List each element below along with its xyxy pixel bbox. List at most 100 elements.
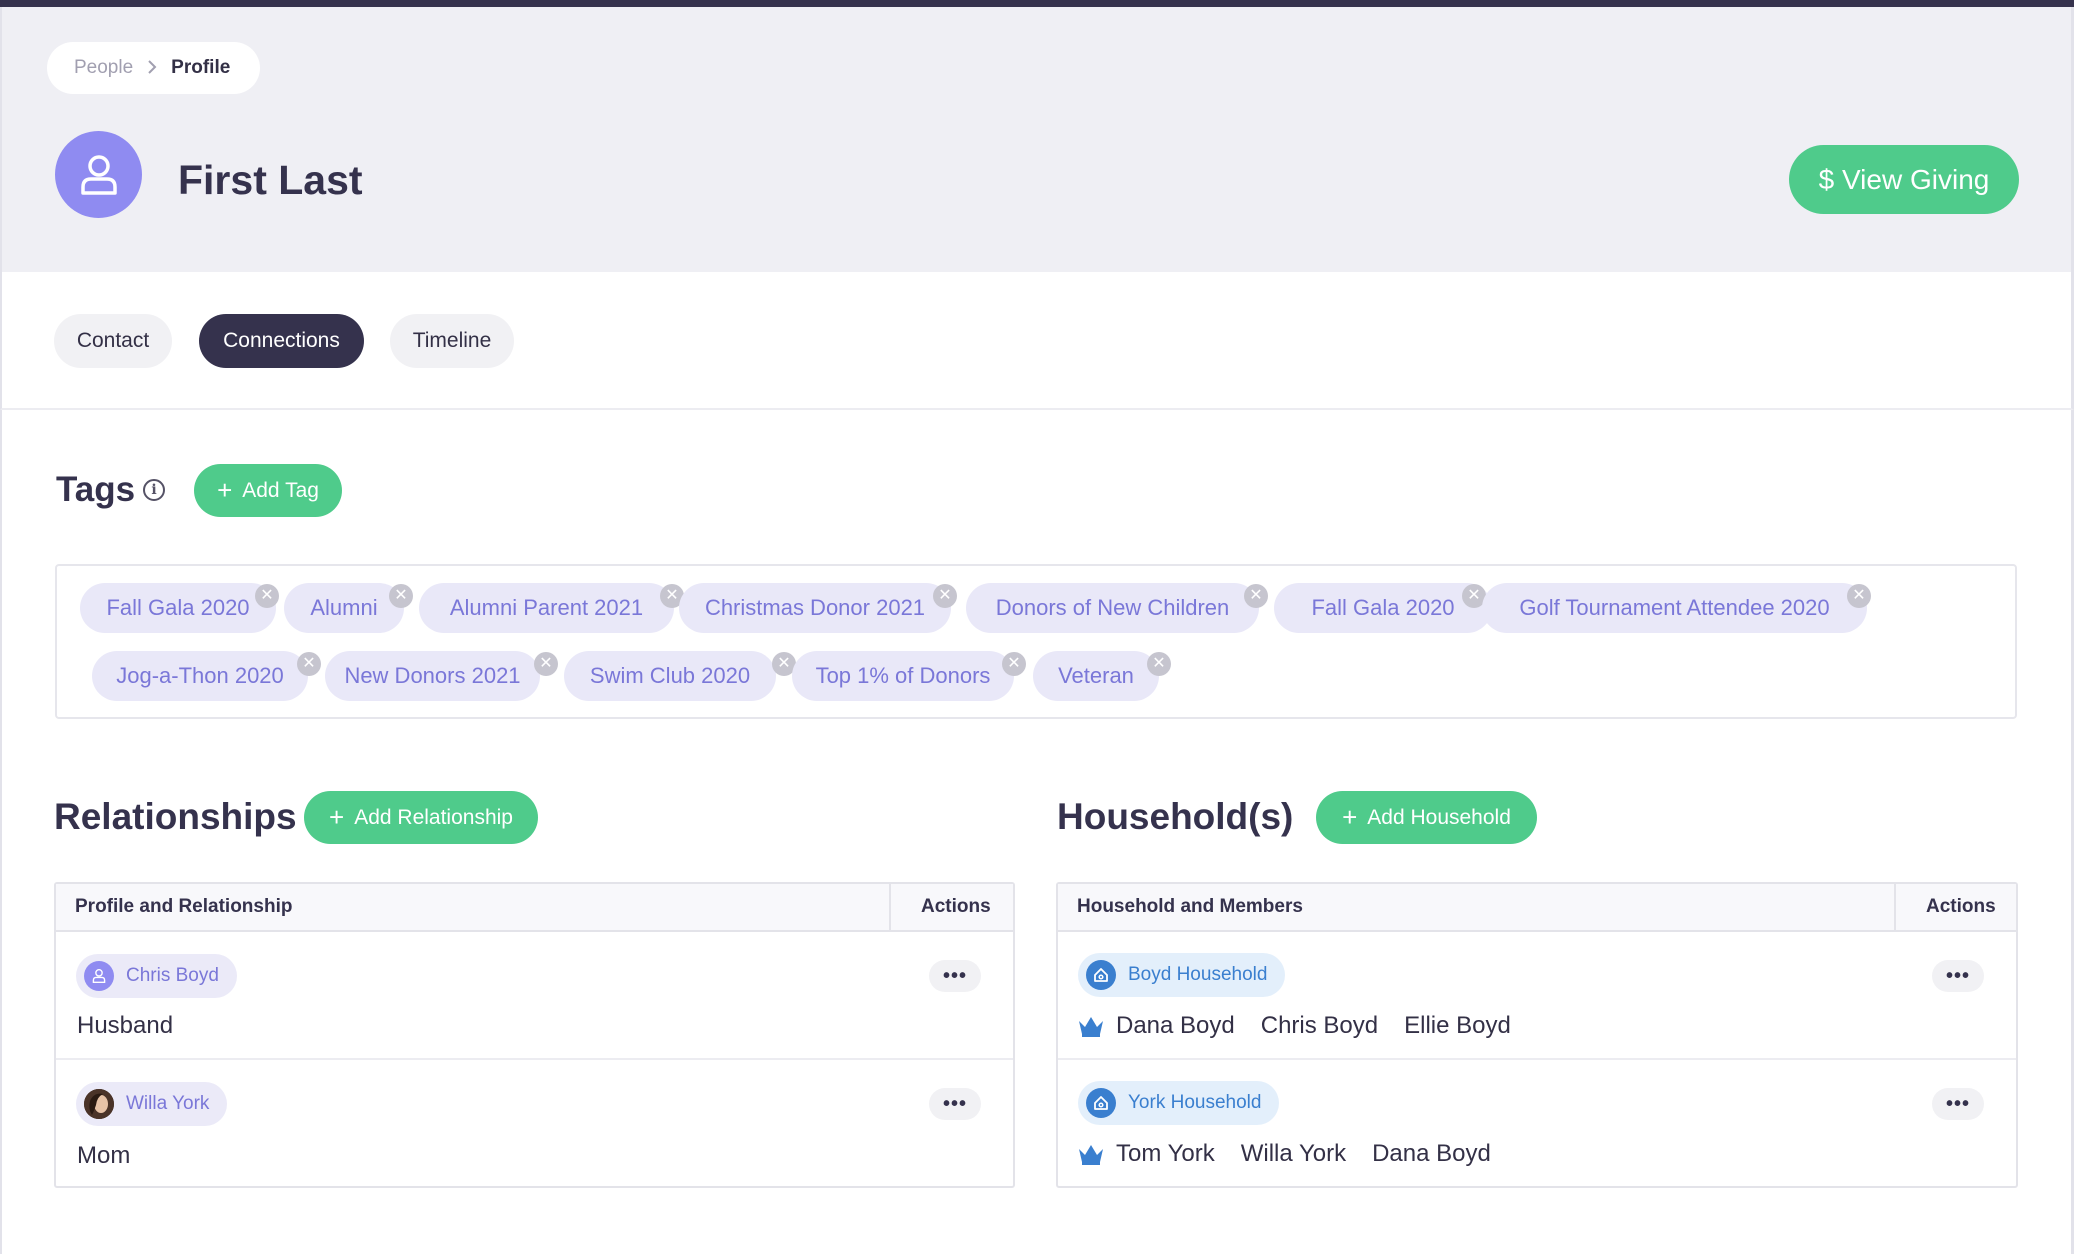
photo-avatar bbox=[84, 1089, 114, 1119]
tag-chip: Donors of New Children bbox=[966, 583, 1259, 633]
tag-label: Swim Club 2020 bbox=[589, 663, 751, 688]
tag-chip: Alumni Parent 2021 bbox=[419, 583, 674, 633]
household-member[interactable]: Ellie Boyd bbox=[1404, 1012, 1511, 1040]
tag-chip: Fall Gala 2020 bbox=[80, 583, 276, 633]
tags-title: Tags bbox=[56, 470, 136, 509]
households-table: Household and Members Actions Boyd House… bbox=[1056, 882, 2018, 1188]
household-member[interactable]: Tom York bbox=[1116, 1140, 1215, 1168]
column-header-actions: Actions bbox=[921, 896, 991, 917]
table-header: Profile and Relationship Actions bbox=[56, 884, 1013, 932]
household-member[interactable]: Dana Boyd bbox=[1372, 1140, 1491, 1168]
add-tag-label: Add Tag bbox=[242, 478, 319, 502]
tag-label: Alumni bbox=[310, 595, 378, 620]
column-divider bbox=[889, 884, 891, 930]
remove-tag-icon[interactable]: ✕ bbox=[255, 584, 279, 608]
tags-container: Fall Gala 2020 ✕ Alumni ✕ Alumni Parent … bbox=[55, 564, 2017, 719]
household-member[interactable]: Dana Boyd bbox=[1116, 1012, 1235, 1040]
tag-label: Christmas Donor 2021 bbox=[704, 595, 926, 620]
add-relationship-label: Add Relationship bbox=[354, 805, 513, 829]
tag-label: Alumni Parent 2021 bbox=[449, 595, 644, 620]
remove-tag-icon[interactable]: ✕ bbox=[933, 584, 957, 608]
household-name: Boyd Household bbox=[1128, 964, 1268, 985]
tag-chip: Fall Gala 2020 bbox=[1274, 583, 1492, 633]
person-icon bbox=[80, 154, 117, 195]
info-icon[interactable]: i bbox=[143, 479, 165, 501]
tag-label: Jog-a-Thon 2020 bbox=[116, 663, 284, 688]
plus-icon: + bbox=[1342, 801, 1358, 832]
column-header-household: Household and Members bbox=[1077, 896, 1303, 917]
profile-header: People Profile First Last $ View Giving bbox=[0, 7, 2074, 272]
person-icon bbox=[84, 961, 114, 991]
home-icon bbox=[1086, 1088, 1116, 1118]
household-name: York Household bbox=[1128, 1092, 1262, 1113]
breadcrumb-chevron-icon bbox=[147, 57, 157, 80]
more-actions-button[interactable]: ••• bbox=[1932, 1088, 1984, 1120]
add-relationship-button[interactable]: + Add Relationship bbox=[304, 791, 538, 844]
household-members: Dana Boyd Chris Boyd Ellie Boyd bbox=[1078, 1012, 1511, 1040]
tag-chip: Veteran bbox=[1033, 651, 1159, 701]
remove-tag-icon[interactable]: ✕ bbox=[389, 584, 413, 608]
table-header: Household and Members Actions bbox=[1058, 884, 2016, 932]
tag-label: Veteran bbox=[1058, 663, 1134, 688]
tag-chip: Alumni bbox=[284, 583, 404, 633]
tag-chip: Golf Tournament Attendee 2020 bbox=[1482, 583, 1867, 633]
tab-connections[interactable]: Connections bbox=[199, 314, 364, 368]
add-household-button[interactable]: + Add Household bbox=[1316, 791, 1537, 844]
remove-tag-icon[interactable]: ✕ bbox=[534, 652, 558, 676]
tag-label: Golf Tournament Attendee 2020 bbox=[1519, 595, 1830, 620]
relationships-title: Relationships bbox=[54, 796, 297, 837]
tag-label: Donors of New Children bbox=[995, 595, 1230, 620]
tab-contact[interactable]: Contact bbox=[54, 314, 172, 368]
column-header-profile: Profile and Relationship bbox=[75, 896, 293, 917]
top-accent-bar bbox=[0, 0, 2074, 7]
more-actions-button[interactable]: ••• bbox=[1932, 960, 1984, 992]
home-icon bbox=[1086, 960, 1116, 990]
households-title: Household(s) bbox=[1057, 796, 1294, 837]
tag-chip: Christmas Donor 2021 bbox=[679, 583, 951, 633]
column-header-actions: Actions bbox=[1926, 896, 1996, 917]
profile-tabs: Contact Connections Timeline bbox=[0, 272, 2074, 410]
add-tag-button[interactable]: + Add Tag bbox=[194, 464, 342, 517]
tag-chip: New Donors 2021 bbox=[325, 651, 540, 701]
plus-icon: + bbox=[217, 474, 233, 505]
profile-avatar bbox=[55, 131, 142, 218]
household-member[interactable]: Willa York bbox=[1241, 1140, 1346, 1168]
household-members: Tom York Willa York Dana Boyd bbox=[1078, 1140, 1491, 1168]
add-household-label: Add Household bbox=[1367, 805, 1511, 829]
column-divider bbox=[1894, 884, 1896, 930]
remove-tag-icon[interactable]: ✕ bbox=[1847, 584, 1871, 608]
profile-name: First Last bbox=[178, 157, 363, 203]
tag-label: Fall Gala 2020 bbox=[106, 595, 250, 620]
relationships-table: Profile and Relationship Actions Chris B… bbox=[54, 882, 1015, 1188]
remove-tag-icon[interactable]: ✕ bbox=[297, 652, 321, 676]
relationship-profile-chip[interactable]: Willa York bbox=[76, 1082, 228, 1126]
more-actions-button[interactable]: ••• bbox=[929, 1088, 981, 1120]
crown-icon bbox=[1078, 1015, 1104, 1037]
remove-tag-icon[interactable]: ✕ bbox=[1147, 652, 1171, 676]
relationship-name: Willa York bbox=[126, 1093, 210, 1114]
breadcrumb-people-link[interactable]: People bbox=[74, 57, 133, 79]
household-chip[interactable]: Boyd Household bbox=[1078, 953, 1286, 997]
view-giving-button[interactable]: $ View Giving bbox=[1789, 145, 2019, 214]
remove-tag-icon[interactable]: ✕ bbox=[1244, 584, 1268, 608]
more-actions-button[interactable]: ••• bbox=[929, 960, 981, 992]
tag-chip: Top 1% of Donors bbox=[792, 651, 1014, 701]
tag-label: Top 1% of Donors bbox=[815, 663, 991, 688]
relationship-type: Husband bbox=[77, 1012, 174, 1039]
tag-label: New Donors 2021 bbox=[344, 663, 521, 688]
row-divider bbox=[1058, 1058, 2016, 1060]
tab-timeline[interactable]: Timeline bbox=[390, 314, 514, 368]
relationship-name: Chris Boyd bbox=[126, 965, 219, 986]
breadcrumb: People Profile bbox=[47, 42, 260, 94]
tag-chip: Jog-a-Thon 2020 bbox=[92, 651, 308, 701]
relationship-type: Mom bbox=[77, 1142, 131, 1169]
row-divider bbox=[56, 1058, 1013, 1060]
crown-icon bbox=[1078, 1143, 1104, 1165]
plus-icon: + bbox=[329, 801, 345, 832]
remove-tag-icon[interactable]: ✕ bbox=[1002, 652, 1026, 676]
tag-chip: Swim Club 2020 bbox=[564, 651, 776, 701]
relationship-profile-chip[interactable]: Chris Boyd bbox=[76, 954, 237, 998]
breadcrumb-current: Profile bbox=[171, 57, 231, 78]
household-member[interactable]: Chris Boyd bbox=[1261, 1012, 1378, 1040]
household-chip[interactable]: York Household bbox=[1078, 1081, 1280, 1125]
